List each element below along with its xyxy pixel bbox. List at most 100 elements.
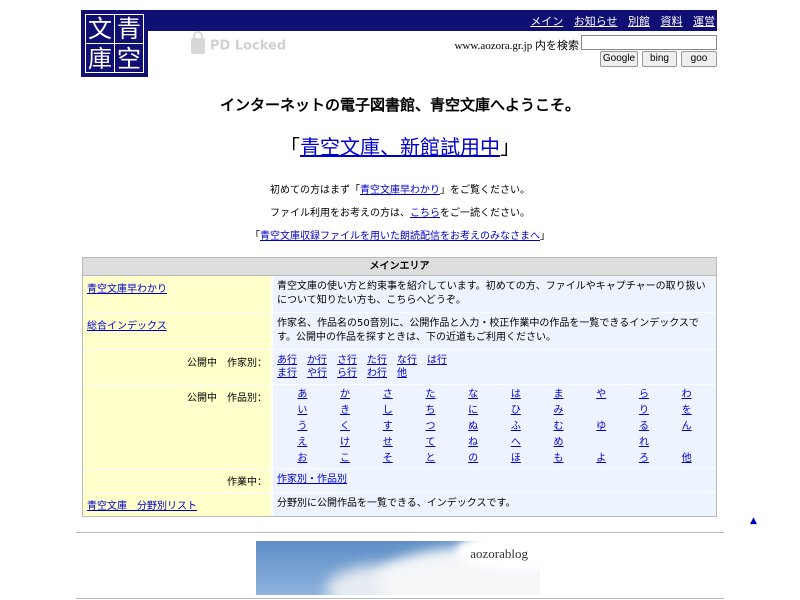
kana-cell: り xyxy=(623,403,666,418)
work-kana-link[interactable]: ま xyxy=(554,389,564,400)
nav-materials[interactable]: 資料 xyxy=(661,15,683,28)
kana-cell: し xyxy=(366,403,409,418)
quick-guide-link[interactable]: 青空文庫早わかり xyxy=(360,185,440,196)
blog-title: aozorablog xyxy=(470,546,528,561)
general-index-link[interactable]: 総合インデックス xyxy=(87,321,167,332)
kana-cell xyxy=(665,435,708,450)
work-kana-link[interactable]: る xyxy=(639,421,649,432)
work-kana-link[interactable]: も xyxy=(554,453,564,464)
pd-locked-badge[interactable]: PD Locked xyxy=(191,31,286,54)
author-group-link[interactable]: か行 xyxy=(307,355,327,366)
page-top-link[interactable]: ▲ xyxy=(750,516,757,526)
work-kana-link[interactable]: む xyxy=(554,421,564,432)
work-kana-link[interactable]: え xyxy=(297,437,307,448)
reading-distribution-link[interactable]: 青空文庫収録ファイルを用いた朗読配信をお考えのみなさまへ xyxy=(260,231,540,242)
work-kana-link[interactable]: ふ xyxy=(511,421,521,432)
work-kana-link[interactable]: の xyxy=(468,453,478,464)
author-group-link[interactable]: な行 xyxy=(397,355,417,366)
work-kana-link[interactable]: す xyxy=(383,421,393,432)
work-kana-link[interactable]: き xyxy=(340,405,350,416)
work-kana-link[interactable]: う xyxy=(297,421,307,432)
work-kana-link[interactable]: そ xyxy=(383,453,393,464)
nav-main[interactable]: メイン xyxy=(530,15,563,28)
author-group-link[interactable]: さ行 xyxy=(337,355,357,366)
kana-cell: も xyxy=(537,451,580,466)
goo-search-button[interactable]: goo xyxy=(681,51,717,67)
aozora-logo[interactable]: 文 青 庫 空 xyxy=(81,10,148,77)
work-kana-link[interactable]: ら xyxy=(639,389,649,400)
google-search-button[interactable]: Google xyxy=(600,51,638,67)
work-kana-link[interactable]: た xyxy=(425,389,435,400)
work-kana-link[interactable]: を xyxy=(682,405,692,416)
work-kana-link[interactable]: ね xyxy=(468,437,478,448)
author-group-link[interactable]: あ行 xyxy=(277,355,297,366)
main-area-table: メインエリア 青空文庫早わかり 青空文庫の使い方と約束事を紹介しています。初めて… xyxy=(82,257,717,517)
work-kana-link[interactable]: れ xyxy=(639,437,649,448)
work-kana-link[interactable]: な xyxy=(468,389,478,400)
work-kana-link[interactable]: は xyxy=(511,389,521,400)
work-kana-link[interactable]: せ xyxy=(383,437,393,448)
file-usage-link[interactable]: こちら xyxy=(410,208,440,219)
work-kana-link[interactable]: み xyxy=(554,405,564,416)
work-kana-link[interactable]: し xyxy=(383,405,393,416)
top-nav-bar: メイン お知らせ 別館 資料 運営 xyxy=(148,10,717,31)
work-kana-link[interactable]: ち xyxy=(425,405,435,416)
work-kana-link[interactable]: て xyxy=(425,437,435,448)
author-group-link[interactable]: た行 xyxy=(367,355,387,366)
kana-cell: の xyxy=(452,451,495,466)
kana-cell: く xyxy=(324,419,367,434)
logo-char: 庫 xyxy=(88,45,112,73)
work-kana-link[interactable]: ひ xyxy=(511,405,521,416)
work-kana-link[interactable]: ん xyxy=(682,421,692,432)
work-kana-link[interactable]: け xyxy=(340,437,350,448)
work-kana-link[interactable]: か xyxy=(340,389,350,400)
work-kana-link[interactable]: ゆ xyxy=(596,421,606,432)
work-kana-link[interactable]: ほ xyxy=(511,453,521,464)
search-label: www.aozora.gr.jp 内を検索 xyxy=(454,40,579,52)
work-kana-link[interactable]: い xyxy=(297,405,307,416)
work-kana-link[interactable]: ろ xyxy=(639,453,649,464)
work-kana-link[interactable]: ぬ xyxy=(468,421,478,432)
work-kana-link[interactable]: め xyxy=(554,437,564,448)
author-group-link[interactable]: 他 xyxy=(397,368,407,379)
kana-cell: た xyxy=(409,387,452,402)
work-kana-link[interactable]: と xyxy=(425,453,435,464)
kana-grid: あ か さ た な は ま や ら わい き し ち に ひ み り をう く す つ ぬ ふ む ゆ る んえ け せ て ね へ め れお こ そ… xyxy=(277,387,712,466)
kana-cell: や xyxy=(580,387,623,402)
work-kana-link[interactable]: や xyxy=(596,389,606,400)
author-group-link[interactable]: や行 xyxy=(307,368,327,379)
work-kana-link[interactable]: つ xyxy=(425,421,435,432)
nav-news[interactable]: お知らせ xyxy=(574,15,618,28)
kana-cell: め xyxy=(537,435,580,450)
new-site-banner: 「青空文庫、新館試用中」 xyxy=(0,131,800,160)
author-group-link[interactable]: ま行 xyxy=(277,368,297,379)
work-kana-link[interactable]: お xyxy=(297,453,307,464)
work-kana-link[interactable]: こ xyxy=(340,453,350,464)
author-group-link[interactable]: ら行 xyxy=(337,368,357,379)
aozorablog-banner[interactable]: aozorablog xyxy=(256,541,540,595)
lock-icon xyxy=(191,31,205,54)
work-kana-link[interactable]: あ xyxy=(297,389,307,400)
new-site-link[interactable]: 青空文庫、新館試用中 xyxy=(300,135,500,159)
work-kana-link[interactable]: 他 xyxy=(682,453,692,464)
work-kana-link[interactable]: へ xyxy=(511,437,521,448)
genre-list-link[interactable]: 青空文庫 分野別リスト xyxy=(87,501,197,512)
intro-file-usage: ファイル利用をお考えの方は、こちらをご一読ください。 xyxy=(0,204,800,219)
inprogress-link[interactable]: 作家別・作品別 xyxy=(277,474,347,485)
bing-search-button[interactable]: bing xyxy=(642,51,677,67)
work-kana-link[interactable]: り xyxy=(639,405,649,416)
search-input[interactable] xyxy=(581,35,717,50)
inprogress-links: 作家別・作品別 xyxy=(273,469,716,492)
work-kana-link[interactable]: に xyxy=(468,405,478,416)
kana-cell: よ xyxy=(580,451,623,466)
author-group-link[interactable]: は行 xyxy=(427,355,447,366)
row-description: 作家名、作品名の50音別に、公開作品と入力・校正作業中の作品を一覧できるインデッ… xyxy=(273,313,716,349)
nav-annex[interactable]: 別館 xyxy=(628,15,650,28)
work-kana-link[interactable]: よ xyxy=(596,453,606,464)
nav-management[interactable]: 運営 xyxy=(693,15,715,28)
work-kana-link[interactable]: さ xyxy=(383,389,393,400)
quick-guide-row-link[interactable]: 青空文庫早わかり xyxy=(87,284,167,295)
work-kana-link[interactable]: く xyxy=(340,421,350,432)
author-group-link[interactable]: わ行 xyxy=(367,368,387,379)
work-kana-link[interactable]: わ xyxy=(682,389,692,400)
